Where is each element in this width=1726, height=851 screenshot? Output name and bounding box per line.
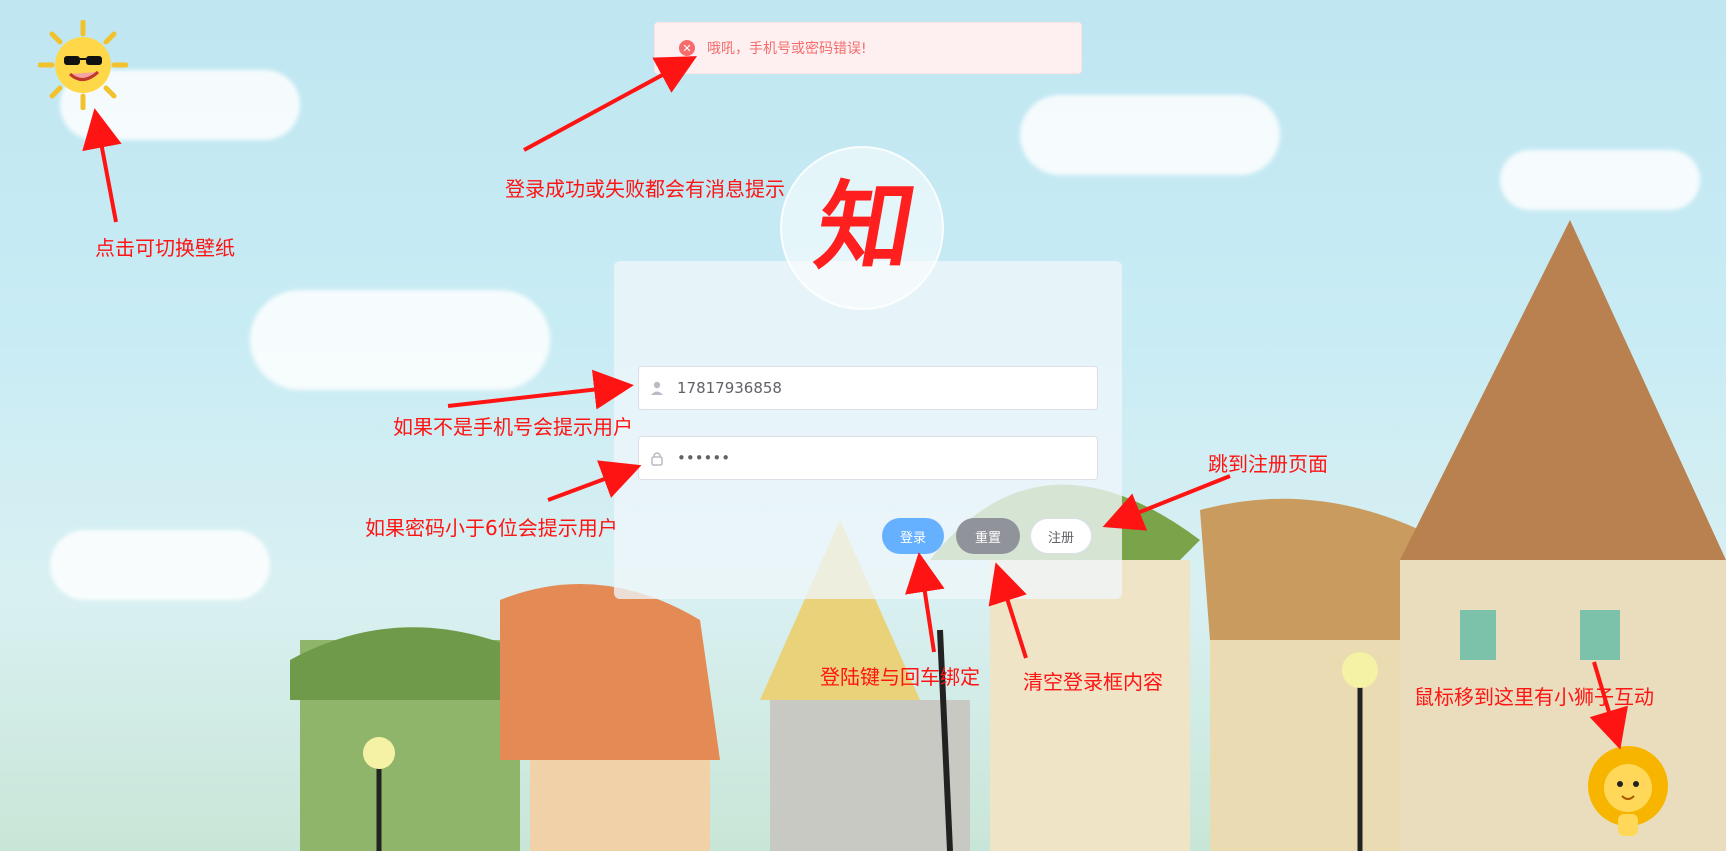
note-switch-wallpaper: 点击可切换壁纸 <box>95 236 235 260</box>
note-reset-tip: 清空登录框内容 <box>1023 670 1163 694</box>
note-password-tip: 如果密码小于6位会提示用户 <box>365 516 618 540</box>
note-message-tip: 登录成功或失败都会有消息提示 <box>505 177 785 201</box>
note-phone-tip: 如果不是手机号会提示用户 <box>393 415 633 439</box>
note-login-tip: 登陆键与回车绑定 <box>820 665 980 689</box>
annotation-arrows <box>82 56 1628 750</box>
note-register-tip: 跳到注册页面 <box>1208 452 1328 476</box>
note-lion-tip: 鼠标移到这里有小狮子互动 <box>1414 685 1654 709</box>
